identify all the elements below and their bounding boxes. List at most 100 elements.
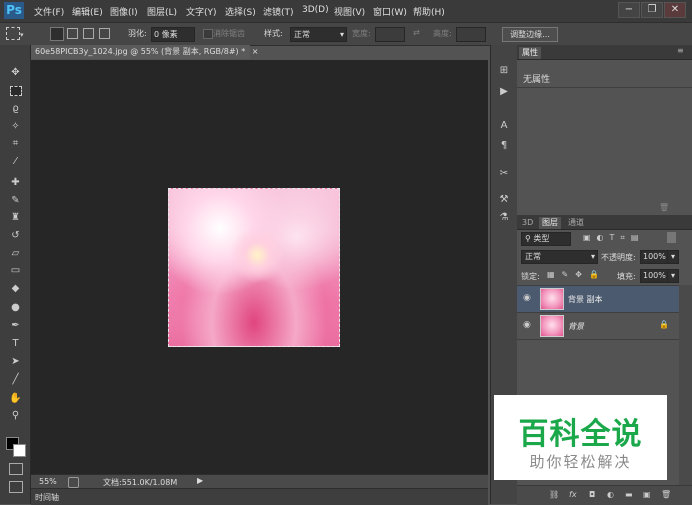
trash-icon[interactable]: 🗑 [661,490,671,499]
pen-tool-icon[interactable]: ✒ [9,319,22,332]
healing-brush-icon[interactable]: ✚ [9,176,22,189]
visibility-eye-icon[interactable]: ◉ [523,320,531,330]
dodge-tool-icon[interactable]: ● [9,301,22,314]
document-tab[interactable]: 60e58PICB3y_1024.jpg @ 55% (背景 副本, RGB/8… [31,45,258,59]
menu-window[interactable]: 窗口(W) [373,5,407,18]
menu-select[interactable]: 选择(S) [225,5,256,18]
adjustment-icon[interactable]: ◐ [607,490,614,499]
tab-channels[interactable]: 通道 [565,217,587,229]
history-brush-icon[interactable]: ↺ [9,229,22,242]
zoom-level[interactable]: 55% [39,477,57,486]
eyedropper-icon[interactable]: ⁄ [9,155,22,168]
layers-scrollbar[interactable] [679,285,692,485]
menu-help[interactable]: 帮助(H) [413,5,445,18]
actions-panel-icon[interactable]: ▶ [497,85,511,99]
layer-filter-select[interactable]: ⚲ 类型 [521,232,571,246]
chevron-down-icon: ▾ [590,252,595,261]
timeline-label[interactable]: 时间轴 [35,492,59,503]
zoom-tool-icon[interactable]: ⚲ [9,409,22,422]
timeline-panel: 时间轴 [31,488,488,505]
opacity-input[interactable]: 100% [640,250,668,264]
gradient-tool-icon[interactable]: ▭ [9,264,22,277]
new-selection-icon[interactable] [50,27,64,41]
fill-input[interactable]: 100% [640,269,668,283]
menu-3d[interactable]: 3D(D) [302,5,329,15]
close-tab-icon[interactable]: × [252,47,259,56]
hand-tool-icon[interactable]: ✋ [9,392,22,405]
opacity-slider-arrow-icon[interactable]: ▾ [667,250,679,264]
flower-image-selection[interactable] [168,188,340,347]
filter-toggle[interactable] [667,232,676,243]
brush-tool-icon[interactable]: ✎ [9,194,22,207]
group-icon[interactable]: ▬ [625,490,633,499]
screen-mode-icon[interactable] [9,481,23,493]
character-panel-icon[interactable]: A [497,119,511,133]
lock-icons[interactable]: ▦✎✥🔒 [547,270,606,279]
crop-tool-icon[interactable]: ⌗ [9,137,22,150]
tool-preset-chevron-icon[interactable]: ▾ [20,31,24,39]
properties-panel: 属性 ≡ 无属性 🗑 [517,45,692,215]
layer-name[interactable]: 背景 副本 [568,294,603,305]
marquee-tool-icon[interactable] [6,27,20,40]
width-input[interactable] [375,27,405,42]
menu-view[interactable]: 视图(V) [334,5,365,18]
clone-source-icon[interactable]: ⚗ [497,211,511,225]
swap-icon[interactable]: ⇄ [413,28,420,37]
fx-icon[interactable]: fx [569,490,577,499]
blend-mode-select[interactable]: 正常 ▾ [521,250,598,264]
mask-icon[interactable]: ◘ [589,490,595,499]
tab-properties[interactable]: 属性 [519,47,541,59]
style-select[interactable]: 正常 ▾ [290,27,347,42]
magic-wand-icon[interactable]: ✧ [9,120,22,133]
layer-row[interactable]: ◉ 背景 🔒 [517,313,679,340]
tab-layers[interactable]: 图层 [539,217,561,229]
menu-edit[interactable]: 编辑(E) [72,5,103,18]
close-button[interactable]: ✕ [664,2,686,18]
rectangular-marquee-icon[interactable] [10,86,22,96]
no-properties-text: 无属性 [523,75,551,85]
menu-file[interactable]: 文件(F) [34,5,64,18]
subtract-selection-icon[interactable] [83,28,94,39]
line-tool-icon[interactable]: ╱ [9,373,22,386]
link-icon[interactable]: ⛓ [549,490,559,499]
trash-icon[interactable]: 🗑 [659,203,669,212]
add-selection-icon[interactable] [67,28,78,39]
menu-filter[interactable]: 滤镜(T) [263,5,294,18]
layer-row[interactable]: ◉ 背景 副本 [517,286,679,313]
path-selection-icon[interactable]: ➤ [9,355,22,368]
intersect-selection-icon[interactable] [99,28,110,39]
background-color-swatch[interactable] [13,444,26,457]
options-bar: ▾ 羽化: 0 像素 消除锯齿 样式: 正常 ▾ 宽度: ⇄ 高度: 调整边缘..… [0,22,692,46]
minimize-button[interactable]: − [618,2,640,18]
menu-layer[interactable]: 图层(L) [147,5,177,18]
height-input[interactable] [456,27,486,42]
menu-type[interactable]: 文字(Y) [186,5,217,18]
visibility-eye-icon[interactable]: ◉ [523,293,531,303]
refine-edge-button[interactable]: 调整边缘... [502,27,558,42]
status-options-icon[interactable] [68,477,79,488]
menu-image[interactable]: 图像(I) [110,5,138,18]
new-layer-icon[interactable]: ▣ [643,490,651,499]
type-tool-icon[interactable]: T [9,337,22,350]
fill-slider-arrow-icon[interactable]: ▾ [667,269,679,283]
lasso-tool-icon[interactable]: ϱ [9,102,22,115]
history-panel-icon[interactable]: ⊞ [497,64,511,78]
feather-label: 羽化: [128,29,147,38]
quick-mask-icon[interactable] [9,463,23,475]
brush-presets-icon[interactable]: ⚒ [497,193,511,207]
paragraph-panel-icon[interactable]: ¶ [497,139,511,153]
antialias-checkbox[interactable] [203,29,213,39]
clone-stamp-icon[interactable]: ♜ [9,211,22,224]
layer-name[interactable]: 背景 [568,321,584,332]
blur-tool-icon[interactable]: ◆ [9,282,22,295]
tab-3d[interactable]: 3D [519,217,536,229]
layers-tabbar: 3D 图层 通道 [517,215,692,230]
tool-presets-icon[interactable]: ✂ [497,167,511,181]
status-menu-arrow-icon[interactable]: ▶ [197,476,203,485]
eraser-icon[interactable]: ▱ [9,247,22,260]
restore-button[interactable]: ❐ [641,2,663,18]
layer-filter-icons[interactable]: ▣◐T⌗▤ [583,233,645,243]
panel-menu-icon[interactable]: ≡ [677,46,684,55]
feather-input[interactable]: 0 像素 [151,27,195,42]
move-tool-icon[interactable]: ✥ [9,66,22,79]
